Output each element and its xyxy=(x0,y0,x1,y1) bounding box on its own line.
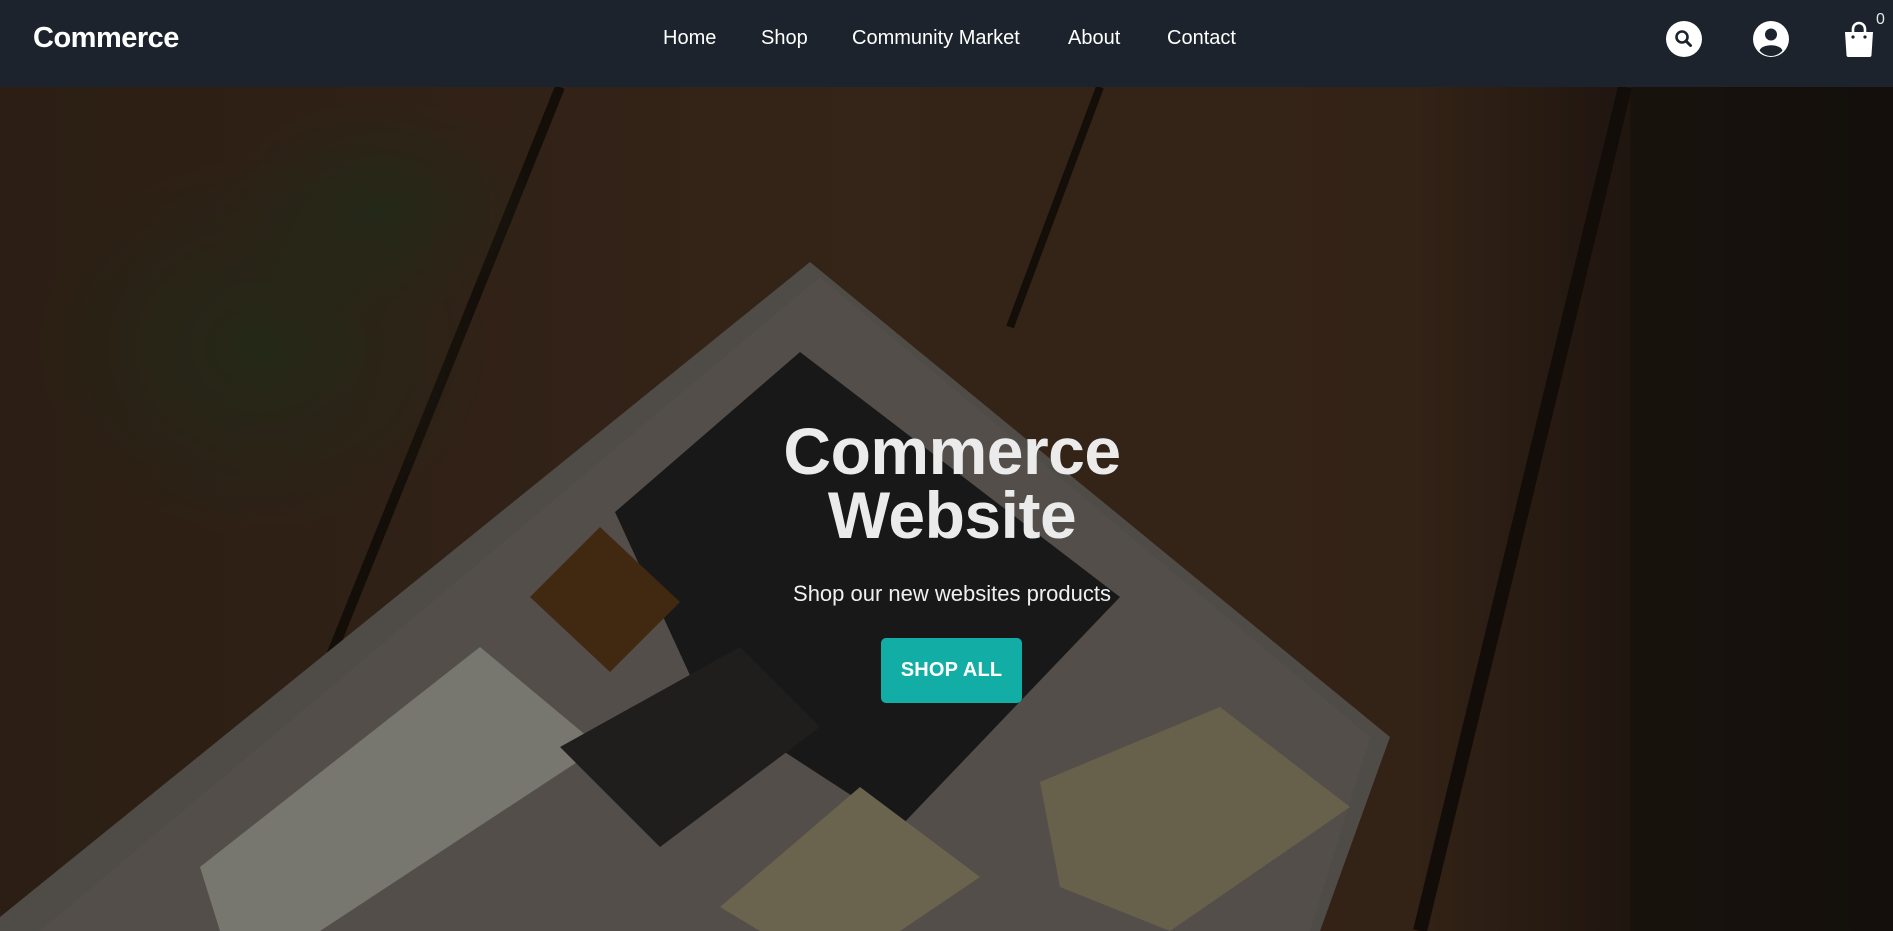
account-button[interactable] xyxy=(1752,20,1790,58)
shopping-bag-icon xyxy=(1845,21,1873,57)
cart-count-badge: 0 xyxy=(1876,11,1885,28)
nav-link-community-market[interactable]: Community Market xyxy=(852,27,1020,50)
nav-link-about[interactable]: About xyxy=(1068,27,1120,50)
nav-link-contact[interactable]: Contact xyxy=(1167,27,1236,50)
hero-section: Commerce Website Shop our new websites p… xyxy=(0,87,1893,931)
nav-link-home[interactable]: Home xyxy=(663,27,716,50)
hero-subtitle: Shop our new websites products xyxy=(793,581,1111,606)
shop-all-button[interactable]: SHOP ALL xyxy=(881,638,1022,703)
cart-button[interactable] xyxy=(1842,20,1876,58)
top-navbar: Commerce Home Shop Community Market Abou… xyxy=(0,0,1893,87)
search-button[interactable] xyxy=(1666,21,1702,57)
search-icon xyxy=(1675,30,1692,47)
hero-title: Commerce Website xyxy=(783,414,1121,552)
user-account-icon xyxy=(1753,21,1789,57)
nav-link-shop[interactable]: Shop xyxy=(761,27,808,50)
main-nav: Home Shop Community Market About Contact xyxy=(0,0,1893,87)
